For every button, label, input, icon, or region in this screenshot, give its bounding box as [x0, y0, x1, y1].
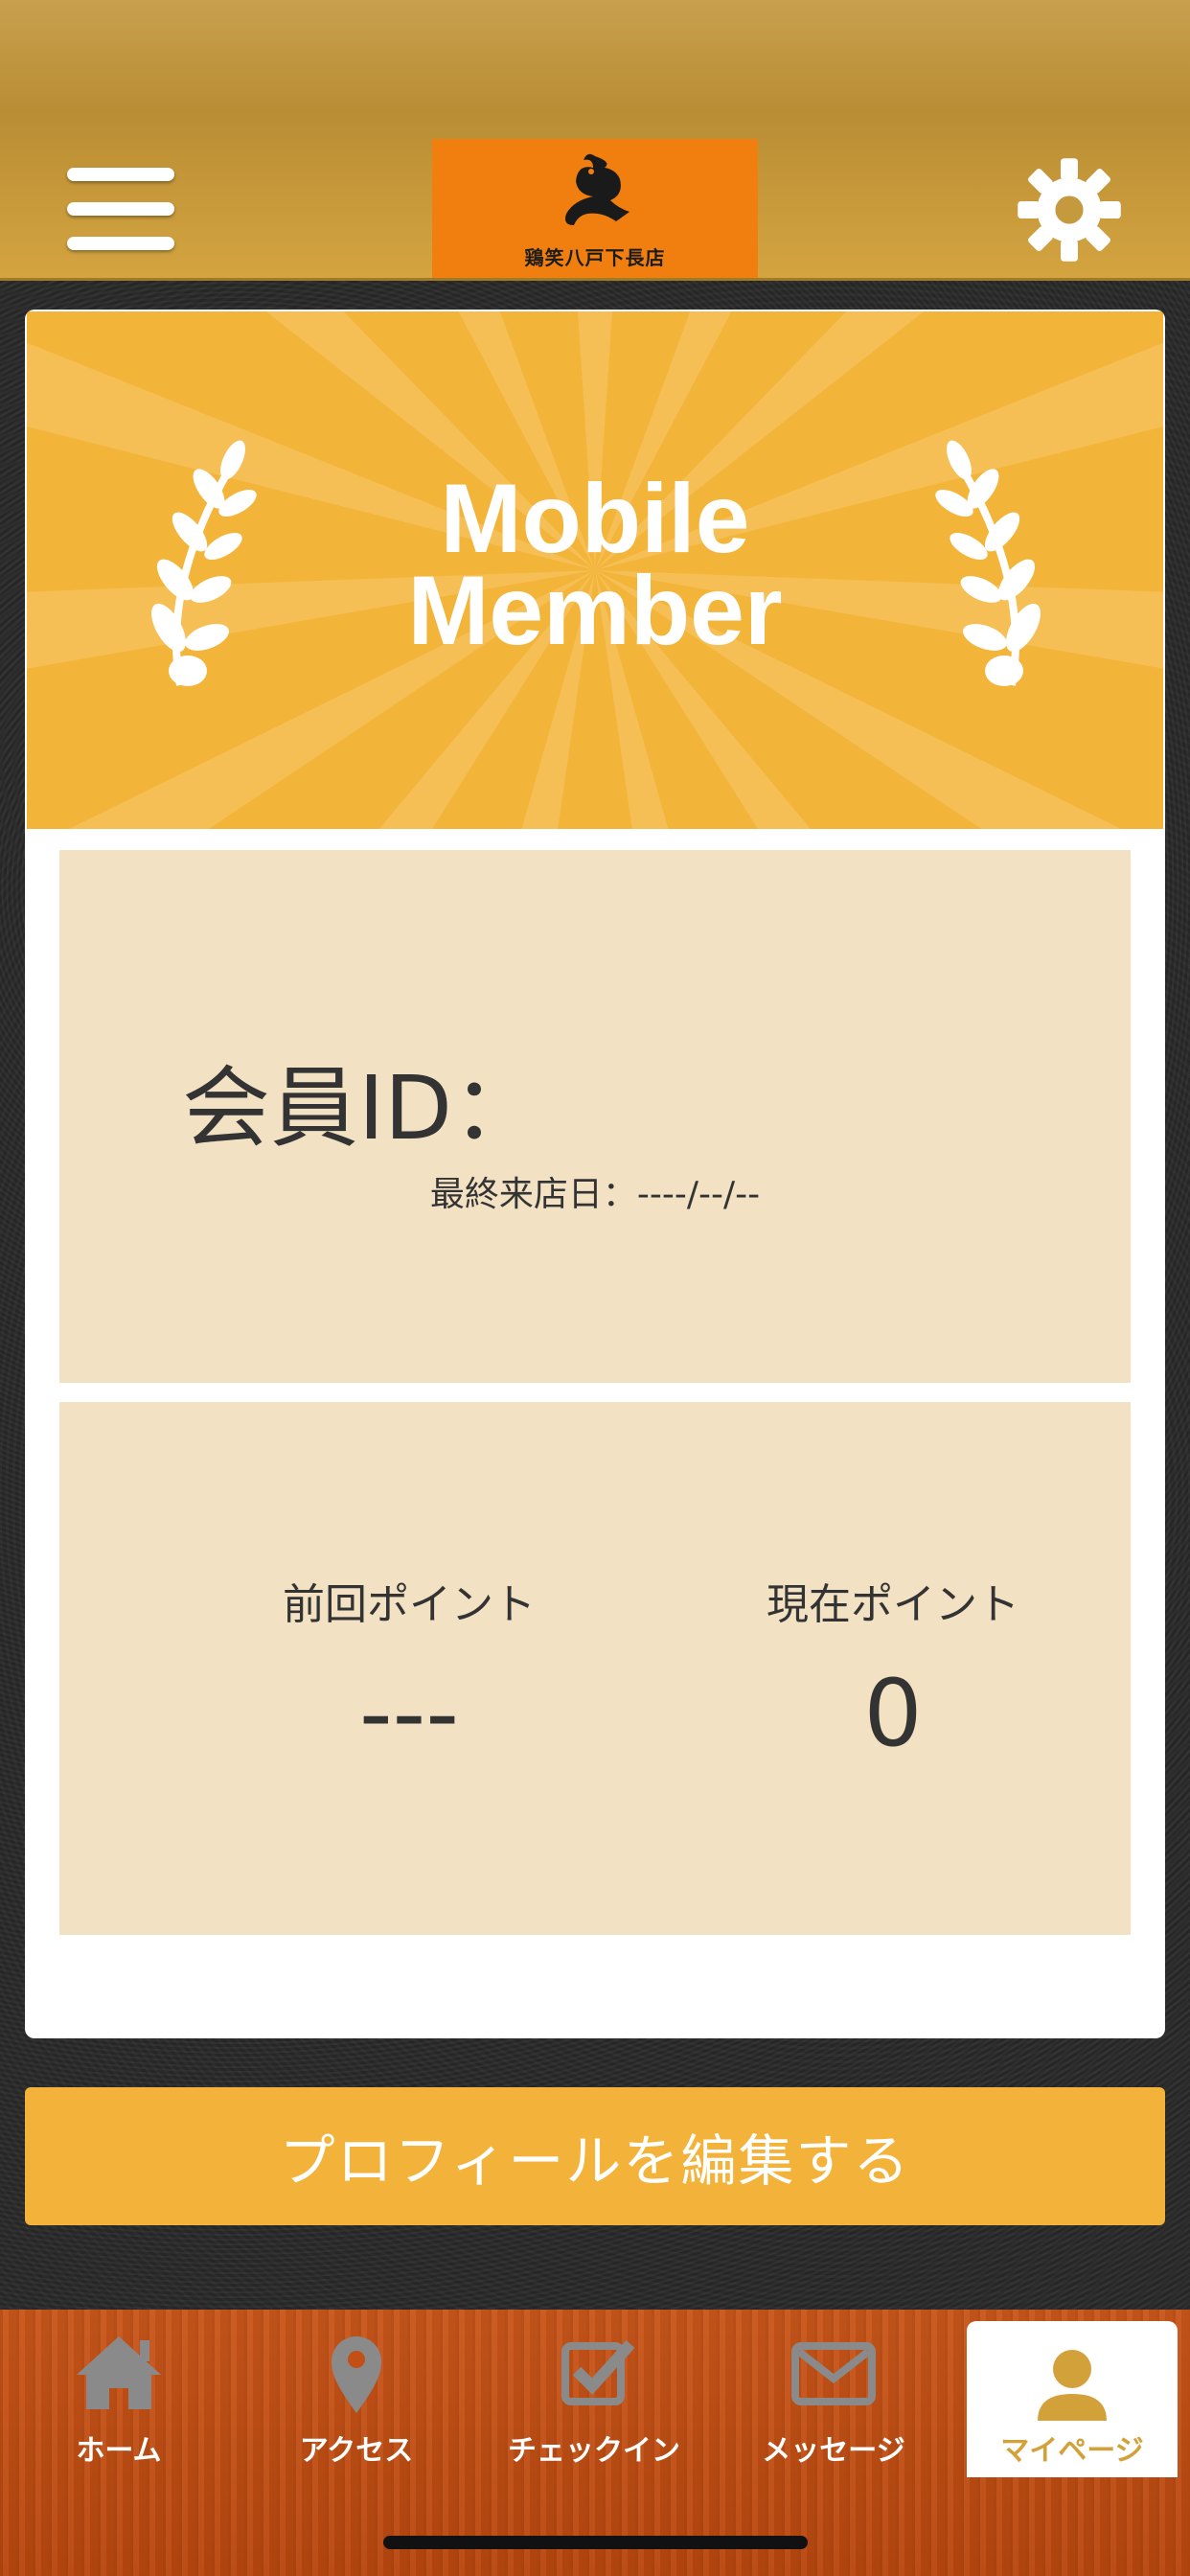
last-visit-date: 最終来店日：----/--/-- — [429, 1175, 761, 1214]
tab-checkin[interactable]: チェックイン — [489, 2310, 699, 2468]
rooster-logo-icon — [565, 153, 629, 225]
current-points: 現在ポイント 0 — [682, 1570, 1104, 1767]
mail-icon — [791, 2342, 876, 2405]
app-header: 鶏笑八戸下長店 — [0, 0, 1190, 281]
tab-home-label: ホーム — [76, 2434, 162, 2468]
checkbox-icon — [561, 2339, 635, 2405]
points-panel: 前回ポイント --- 現在ポイント 0 — [59, 1402, 1131, 1935]
gear-icon[interactable] — [1016, 156, 1123, 264]
tab-access[interactable]: アクセス — [251, 2310, 462, 2468]
current-points-label: 現在ポイント — [767, 1580, 1019, 1629]
map-pin-icon — [332, 2336, 381, 2413]
logo-text: 鶏笑八戸下長店 — [524, 246, 666, 269]
member-id-panel: 会員ID： 最終来店日：----/--/-- — [59, 850, 1131, 1383]
current-points-value: 0 — [863, 1660, 923, 1767]
home-icon — [77, 2336, 161, 2409]
store-logo[interactable]: 鶏笑八戸下長店 — [432, 139, 758, 278]
tab-checkin-label: チェックイン — [508, 2434, 680, 2468]
previous-points: 前回ポイント --- — [198, 1570, 620, 1767]
mobile-member-banner: Mobile Member — [27, 311, 1163, 829]
tab-message-label: メッセージ — [762, 2434, 905, 2468]
tab-access-label: アクセス — [299, 2434, 414, 2468]
previous-points-label: 前回ポイント — [283, 1580, 536, 1629]
tab-message[interactable]: メッセージ — [728, 2310, 939, 2468]
user-icon — [1038, 2350, 1107, 2421]
tab-home[interactable]: ホーム — [13, 2310, 224, 2468]
tab-mypage-label: マイページ — [1000, 2434, 1144, 2468]
member-id-label: 会員ID： — [182, 1057, 540, 1160]
laurel-right-icon — [935, 440, 1041, 686]
tab-mypage[interactable]: マイページ — [967, 2321, 1178, 2477]
edit-profile-button[interactable]: プロフィールを編集する — [25, 2087, 1165, 2225]
previous-points-value: --- — [359, 1660, 459, 1767]
hamburger-menu-icon[interactable] — [67, 168, 174, 256]
member-card: Mobile Member 会員ID： 最終来店日：----/--/-- 前回ポ… — [25, 310, 1165, 2038]
home-indicator[interactable] — [383, 2536, 808, 2549]
